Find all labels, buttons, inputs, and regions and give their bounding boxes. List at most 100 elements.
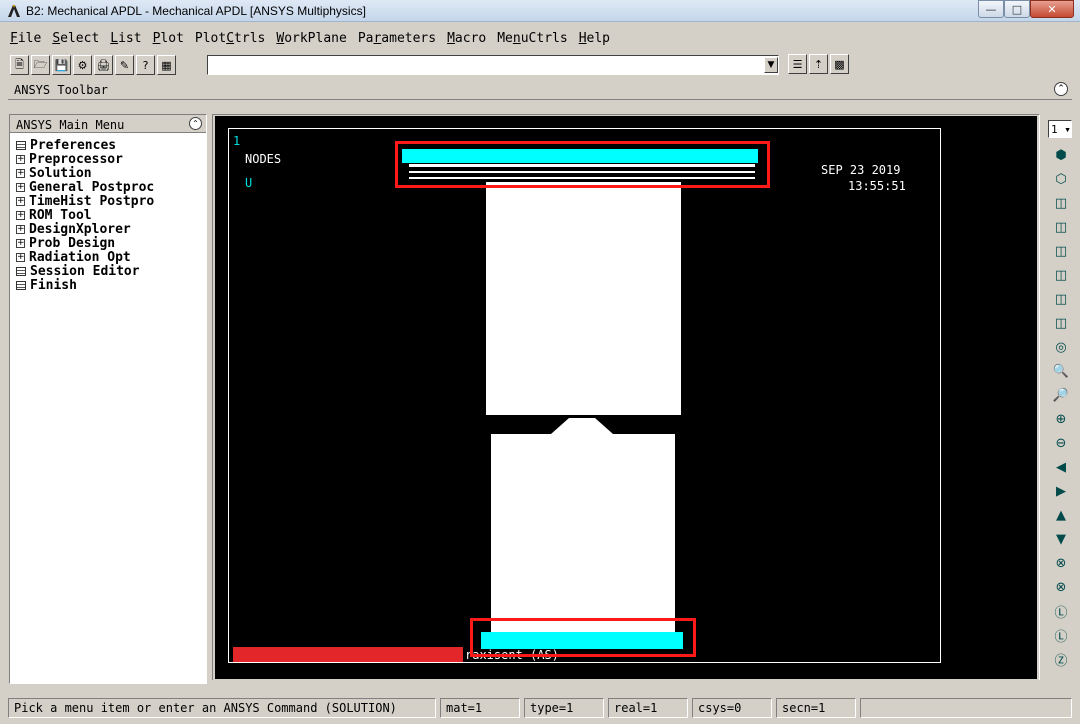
zoom-in-icon[interactable]: ⊕ — [1050, 408, 1072, 430]
menu-parameters[interactable]: Parameters — [358, 31, 436, 46]
menu-text: Pa — [357, 30, 374, 46]
left-view-icon[interactable]: ◫ — [1050, 288, 1072, 310]
top-highlight-box — [395, 141, 770, 188]
contact-manager-icon[interactable]: ▦ — [157, 55, 176, 75]
command-input[interactable] — [207, 55, 779, 75]
maximize-button[interactable]: □ — [1004, 0, 1030, 18]
menu-plot[interactable]: Plot — [153, 31, 184, 46]
main-menu-item-timehist-postpro[interactable]: + TimeHist Postpro — [16, 194, 206, 209]
new-file-icon[interactable]: 🗎 — [10, 55, 29, 75]
standard-toolbar: 🗎 🗁 💾 ⚙ 🖨 ✎ ? ▦ — [10, 54, 178, 76]
top-view-icon[interactable]: ◫ — [1050, 240, 1072, 262]
status-prompt: Pick a menu item or enter an ANSYS Comma… — [8, 698, 436, 718]
command-doc-icon — [16, 140, 26, 150]
open-folder-icon[interactable]: 🗁 — [31, 55, 50, 75]
expand-plus-icon: + — [16, 251, 25, 262]
isometric-view-icon[interactable]: ⬢ — [1050, 144, 1072, 166]
menu-select[interactable]: Select — [52, 31, 99, 46]
title-bar: B2: Mechanical APDL - Mechanical APDL [A… — [0, 0, 1080, 22]
command-doc-icon — [16, 266, 26, 276]
chevron-down-icon[interactable]: ▼ — [764, 57, 778, 73]
plot-time: 13:55:51 — [848, 179, 906, 193]
raise-hidden-icon[interactable]: ☰ — [788, 54, 807, 74]
menu-macro[interactable]: Macro — [447, 31, 486, 46]
main-menu-item-session-editor[interactable]: Session Editor — [16, 263, 206, 279]
menu-list[interactable]: List — [110, 31, 141, 46]
main-menu-header: ANSYS Main Menu ⌃ — [10, 115, 206, 133]
window-number: 1 — [233, 134, 241, 148]
window-select[interactable]: 1 ▾ — [1048, 120, 1072, 138]
oblique-view-icon[interactable]: ⬡ — [1050, 168, 1072, 190]
rotate-y-minus-icon[interactable]: Ⓛ — [1050, 600, 1072, 622]
rotate-z-icon[interactable]: Ⓩ — [1050, 648, 1072, 670]
print-icon[interactable]: 🖨 — [94, 55, 113, 75]
plot-date: SEP 23 2019 — [821, 163, 901, 177]
pan-up-icon[interactable]: ▲ — [1050, 504, 1072, 526]
right-toolbar: ☰ ⇡ ▩ — [788, 54, 851, 74]
ansys-toolbar-label: ANSYS Toolbar — [14, 83, 108, 97]
back-view-icon[interactable]: ◫ — [1050, 264, 1072, 286]
status-secn: secn=1 — [776, 698, 856, 718]
collapse-menu-icon[interactable]: ⌃ — [189, 117, 202, 130]
main-menu-panel: ANSYS Main Menu ⌃ Preferences + Preprocess… — [9, 114, 207, 684]
ansys-toolbar: ANSYS Toolbar ⌃ — [8, 80, 1072, 100]
ansys-logo-icon — [8, 5, 20, 17]
expand-plus-icon: + — [16, 167, 25, 178]
pan-down-icon[interactable]: ▼ — [1050, 528, 1072, 550]
graphics-scrollbar[interactable] — [212, 680, 1040, 688]
menu-accelerator: C — [226, 30, 235, 46]
zoom-out-icon[interactable]: ⊖ — [1050, 432, 1072, 454]
pan-left-icon[interactable]: ◀ — [1050, 456, 1072, 478]
rotate-x-minus-icon[interactable]: ⊗ — [1050, 552, 1072, 574]
window-select-value: 1 — [1051, 122, 1058, 136]
main-menu-item-label: Finish — [30, 277, 77, 293]
output-window-icon[interactable]: ▩ — [830, 54, 849, 74]
status-mat: mat=1 — [440, 698, 520, 718]
bottom-highlight-box — [470, 618, 696, 657]
menu-text: Plot — [194, 30, 227, 46]
main-menu-item-preprocessor[interactable]: + Preprocessor — [16, 152, 206, 167]
fit-view-icon[interactable]: ◎ — [1050, 336, 1072, 358]
menu-text: ist — [118, 30, 142, 46]
report-generator-icon[interactable]: ✎ — [115, 55, 134, 75]
main-menu-item-solution[interactable]: + Solution — [16, 166, 206, 181]
front-view-icon[interactable]: ◫ — [1050, 192, 1072, 214]
main-menu-title: ANSYS Main Menu — [16, 118, 125, 132]
rotate-x-plus-icon[interactable]: ⊗ — [1050, 576, 1072, 598]
graphics-window[interactable]: 1 NODES U SEP 23 2019 13:55:51 raxisent … — [215, 116, 1037, 679]
zoom-icon[interactable]: 🔍 — [1050, 360, 1072, 382]
menu-file[interactable]: File — [10, 31, 41, 46]
pan-right-icon[interactable]: ▶ — [1050, 480, 1072, 502]
minimize-button[interactable]: — — [978, 0, 1004, 18]
menu-text: orkPlane — [284, 30, 347, 46]
main-menu-item-general-postproc[interactable]: + General Postproc — [16, 180, 206, 195]
bottom-view-icon[interactable]: ◫ — [1050, 312, 1072, 334]
expand-plus-icon: + — [16, 223, 25, 234]
menu-workplane[interactable]: WorkPlane — [276, 31, 346, 46]
main-menu-item-radiation-opt[interactable]: + Radiation Opt — [16, 250, 206, 265]
menu-plotctrls[interactable]: PlotCtrls — [195, 31, 265, 46]
menu-text: uCtrls — [520, 30, 568, 46]
hide-windows-icon[interactable]: ⇡ — [809, 54, 828, 74]
collapse-toolbar-icon[interactable]: ⌃ — [1054, 82, 1068, 96]
main-menu-item-finish[interactable]: Finish — [16, 277, 206, 293]
pan-zoom-rotate-icon[interactable]: ⚙ — [73, 55, 92, 75]
main-menu-item-prob-design[interactable]: + Prob Design — [16, 236, 206, 251]
main-menu-item-preferences[interactable]: Preferences — [16, 138, 206, 153]
right-view-icon[interactable]: ◫ — [1050, 216, 1072, 238]
main-menu-item-designxplorer[interactable]: + DesignXplorer — [16, 222, 206, 237]
menu-accelerator: H — [578, 30, 587, 46]
menu-help[interactable]: Help — [579, 31, 610, 46]
main-menu-item-rom-tool[interactable]: + ROM Tool — [16, 207, 206, 223]
menu-text: trls — [234, 30, 266, 46]
box-zoom-icon[interactable]: 🔎 — [1050, 384, 1072, 406]
save-icon[interactable]: 💾 — [52, 55, 71, 75]
main-menu-item-label: Session Editor — [30, 263, 140, 279]
help-icon[interactable]: ? — [136, 55, 155, 75]
status-real: real=1 — [608, 698, 688, 718]
main-menu-item-label: ROM Tool — [29, 207, 92, 223]
menu-menuctrls[interactable]: MenuCtrls — [497, 31, 567, 46]
menu-text: Me — [497, 30, 513, 46]
close-button[interactable]: ✕ — [1030, 0, 1074, 18]
rotate-y-plus-icon[interactable]: Ⓛ — [1050, 624, 1072, 646]
